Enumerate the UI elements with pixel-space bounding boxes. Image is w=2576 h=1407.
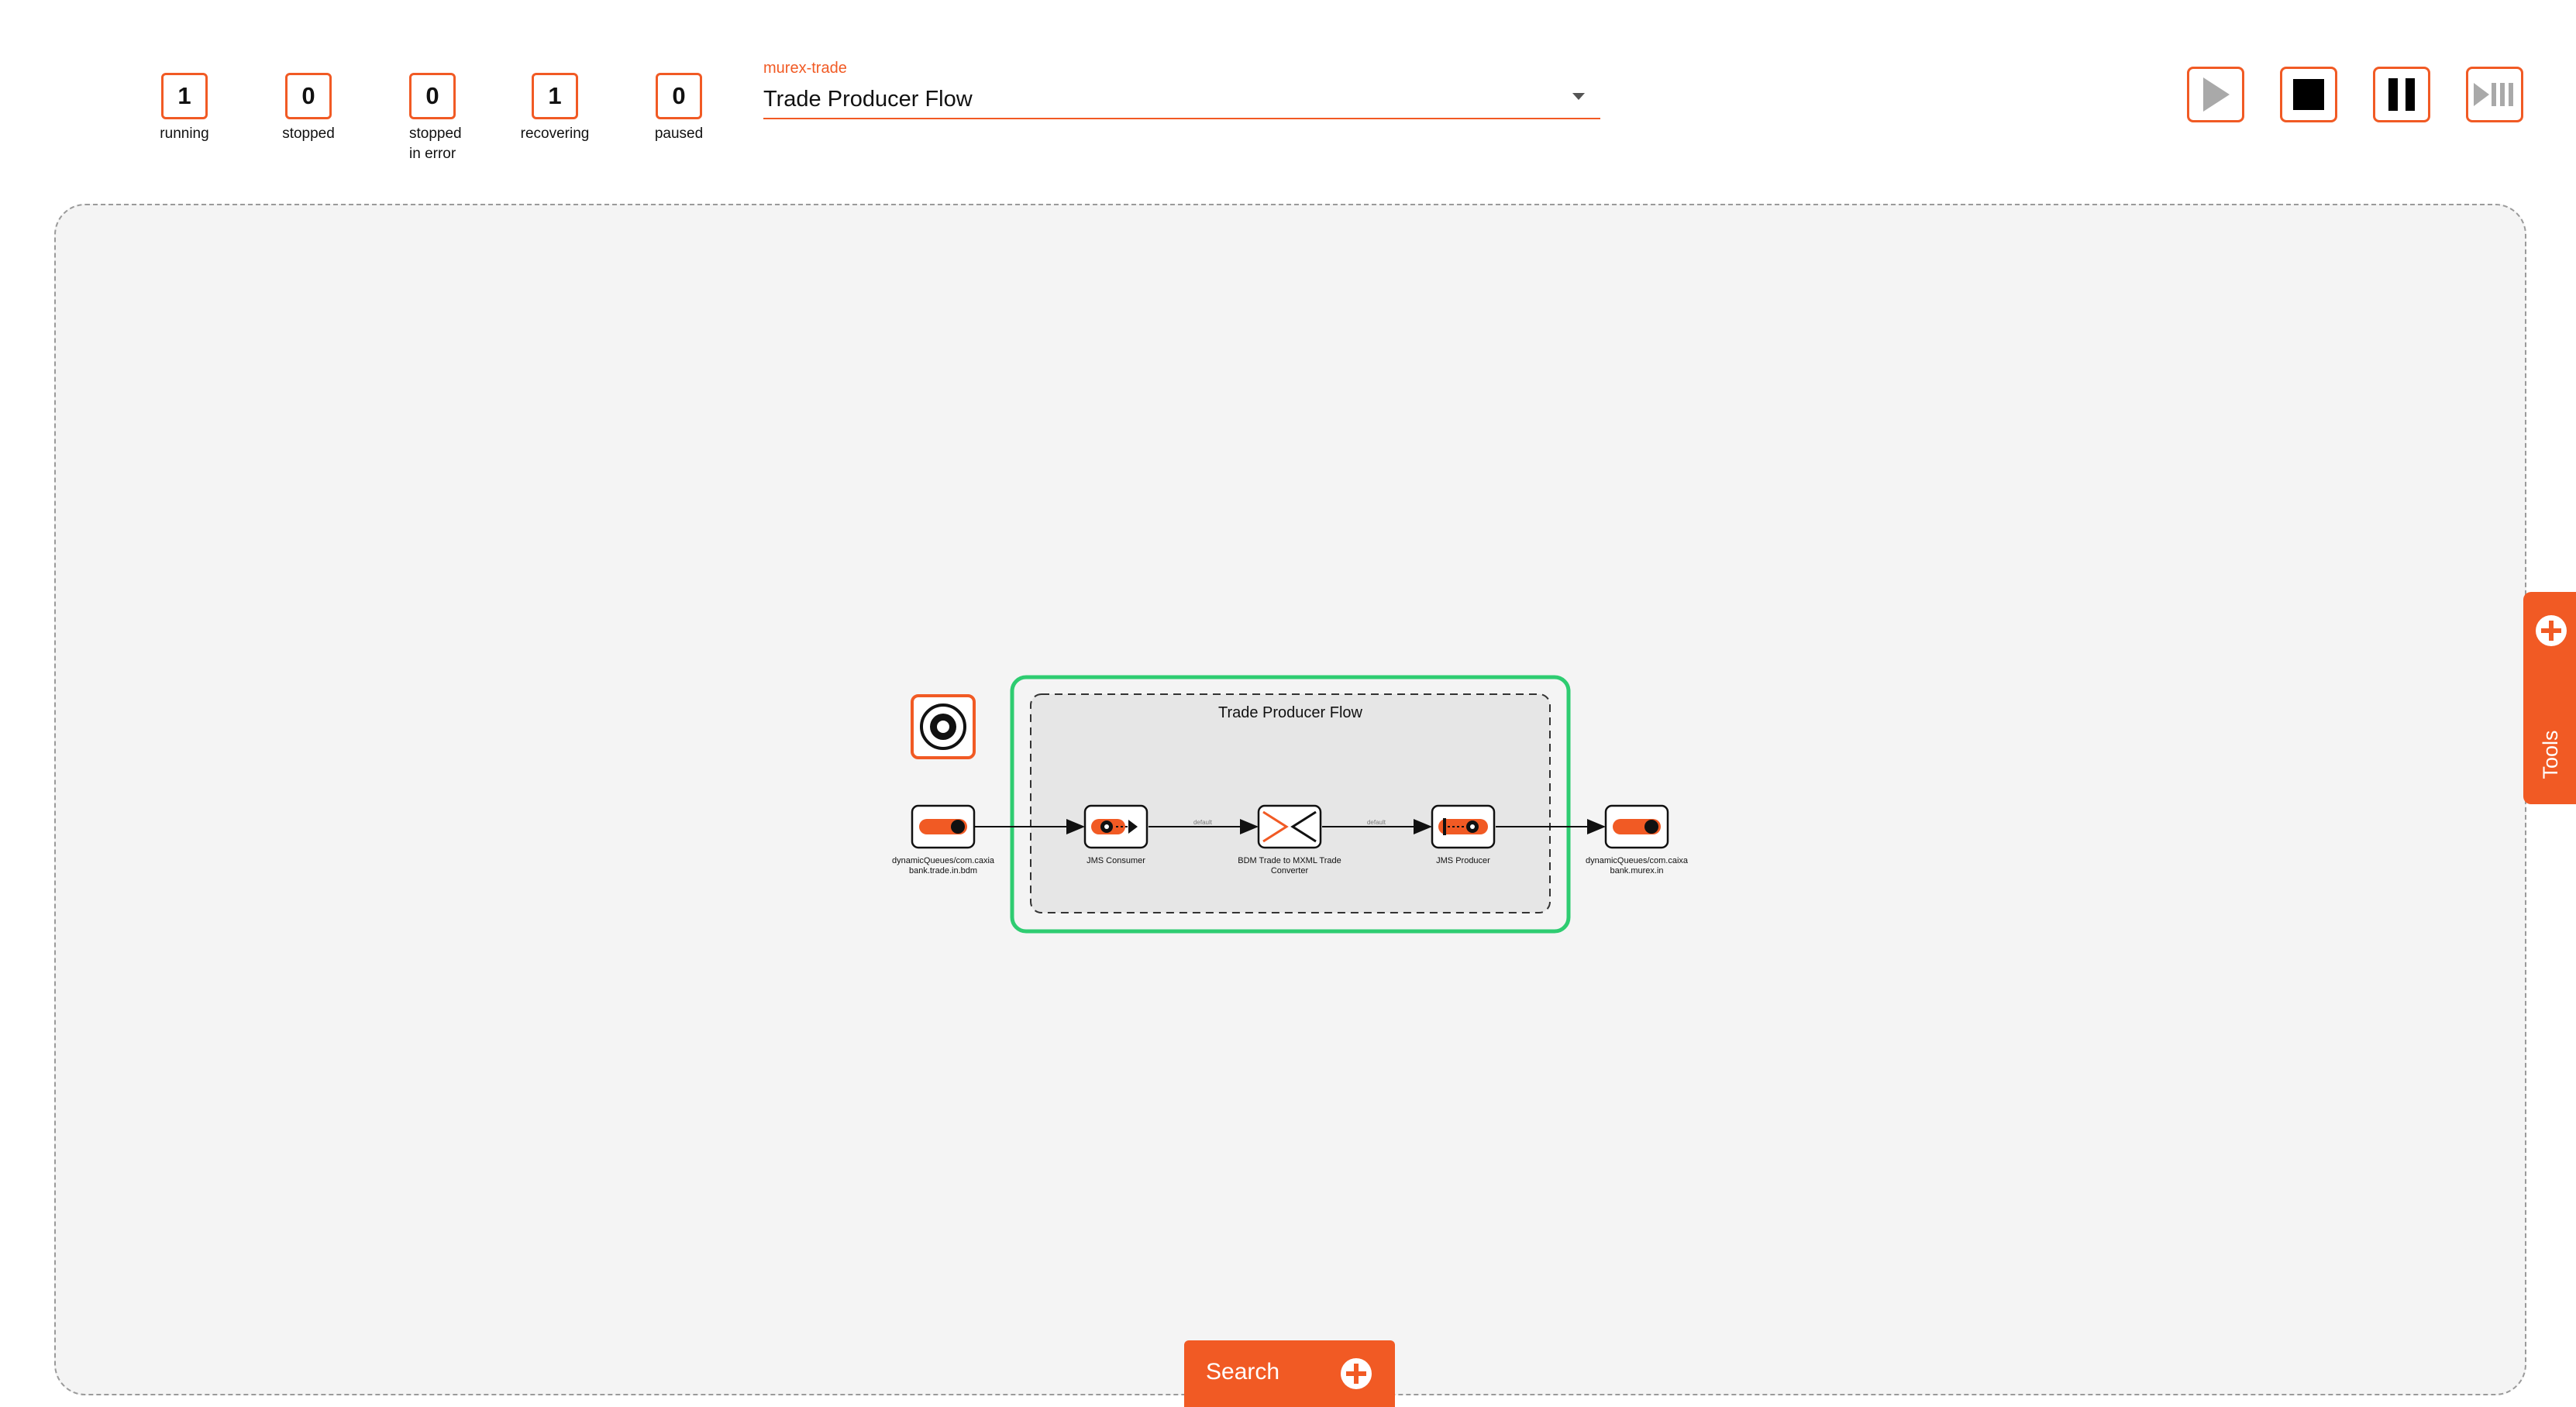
jms-producer-label: JMS Producer	[1436, 856, 1490, 865]
target-queue-label: bank.murex.in	[1610, 866, 1663, 876]
add-icon	[1341, 1358, 1372, 1389]
source-queue-label: dynamicQueues/com.caxia	[892, 856, 995, 865]
flow-diagram: Trade Producer Flow default default dyna…	[892, 675, 1689, 934]
converter-label: Converter	[1271, 866, 1309, 876]
tools-tab-label: Tools	[2538, 730, 2562, 779]
source-queue-node[interactable]	[911, 804, 976, 849]
edge-label: default	[1193, 819, 1213, 826]
flow-settings-node[interactable]	[911, 694, 976, 759]
search-button[interactable]: Search	[1184, 1340, 1395, 1407]
jms-producer-node[interactable]	[1431, 804, 1496, 849]
target-queue-label: dynamicQueues/com.caixa	[1586, 856, 1689, 865]
tools-tab[interactable]: Tools	[2523, 592, 2576, 804]
jms-consumer-node[interactable]	[1083, 804, 1149, 849]
flow-group-title: Trade Producer Flow	[1218, 704, 1363, 721]
converter-node[interactable]	[1257, 804, 1322, 849]
converter-label: BDM Trade to MXML Trade	[1238, 856, 1341, 865]
jms-consumer-label: JMS Consumer	[1087, 856, 1145, 865]
search-button-label: Search	[1206, 1359, 1280, 1385]
add-icon[interactable]	[2534, 614, 2568, 648]
source-queue-label: bank.trade.in.bdm	[909, 866, 977, 876]
producer-icon	[1438, 818, 1488, 835]
edge-label: default	[1367, 819, 1386, 826]
flow-group[interactable]	[1030, 693, 1551, 913]
target-queue-node[interactable]	[1604, 804, 1669, 849]
